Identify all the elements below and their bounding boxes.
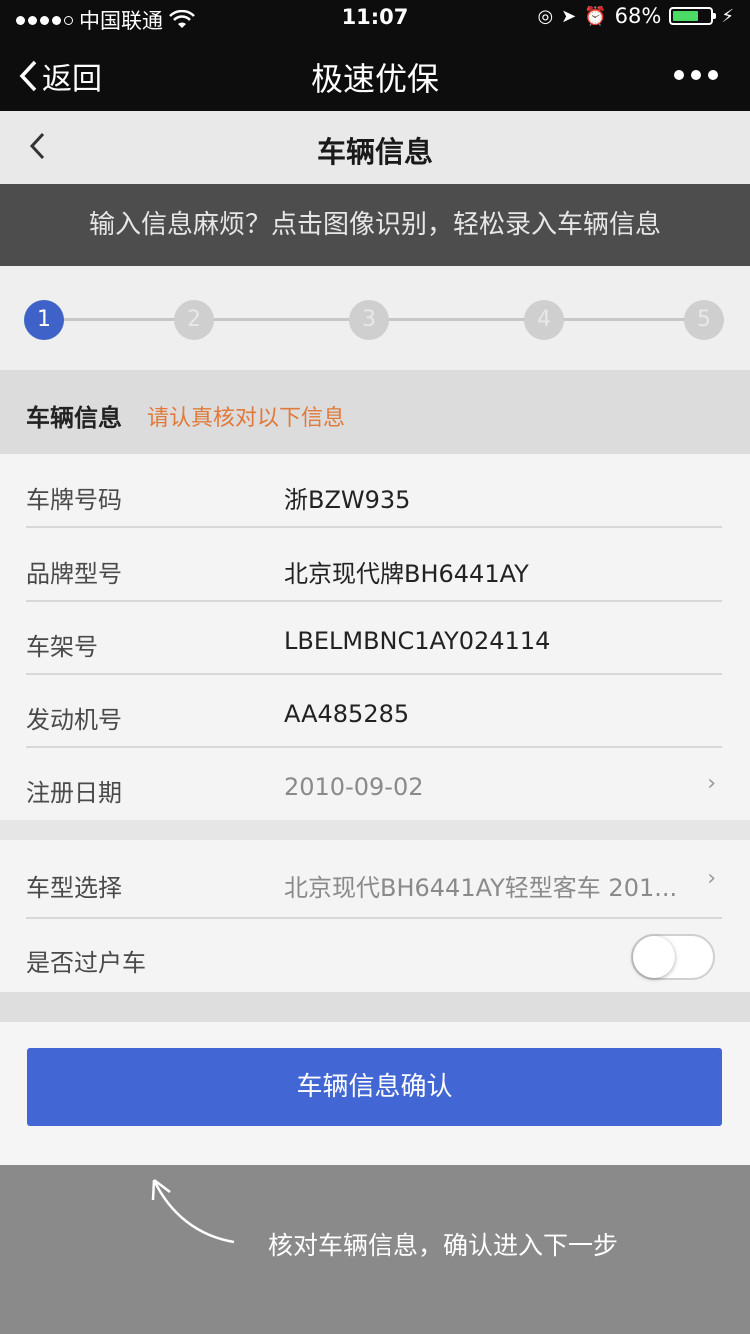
vehicle-options-card: 车型选择 北京现代BH6441AY轻型客车 201... › 是否过户车 [0, 840, 750, 992]
step-progress: 1 2 3 4 5 [0, 266, 750, 370]
field-row-vin: 车架号 LBELMBNC1AY024114 [0, 601, 750, 675]
section-hint: 请认真核对以下信息 [147, 406, 346, 431]
brand-model-value[interactable]: 北京现代牌BH6441AY [284, 554, 529, 589]
confirm-vehicle-button[interactable]: 车辆信息确认 [27, 1048, 722, 1126]
field-label: 车架号 [26, 633, 98, 661]
field-label: 注册日期 [26, 779, 122, 807]
section-title: 车辆信息 [26, 404, 122, 432]
plate-number-value[interactable]: 浙BZW935 [284, 480, 410, 515]
step-4: 4 [524, 300, 564, 340]
field-row-register-date[interactable]: 注册日期 2010-09-02 › [0, 747, 750, 820]
tip-text: 核对车辆信息，确认进入下一步 [268, 1231, 619, 1260]
model-select-value[interactable]: 北京现代BH6441AY轻型客车 201... [284, 868, 677, 903]
battery-icon [669, 7, 717, 25]
register-date-value[interactable]: 2010-09-02 [284, 773, 423, 801]
location-icon: ➤ [561, 5, 577, 27]
field-label: 发动机号 [26, 706, 122, 734]
charging-icon: ⚡ [721, 5, 734, 27]
field-label: 车型选择 [26, 874, 122, 902]
step-5: 5 [684, 300, 724, 340]
section-header: 车辆信息 请认真核对以下信息 [0, 370, 750, 454]
toggle-knob [633, 936, 675, 978]
more-dots-icon[interactable] [674, 70, 718, 80]
model-select-row[interactable]: 车型选择 北京现代BH6441AY轻型客车 201... › [0, 840, 750, 919]
transfer-toggle[interactable] [631, 934, 715, 980]
page-nav-bar: 车辆信息 [0, 111, 750, 184]
vehicle-info-card: 车牌号码 浙BZW935 品牌型号 北京现代牌BH6441AY 车架号 LBEL… [0, 454, 750, 820]
step-2: 2 [174, 300, 214, 340]
field-row-engine: 发动机号 AA485285 [0, 674, 750, 748]
field-label: 是否过户车 [26, 949, 146, 977]
image-recognition-banner[interactable]: 输入信息麻烦？点击图像识别，轻松录入车辆信息 [0, 184, 750, 266]
step-1: 1 [24, 300, 64, 340]
vin-value[interactable]: LBELMBNC1AY024114 [284, 627, 550, 655]
section-gap [0, 992, 750, 1022]
field-row-plate: 车牌号码 浙BZW935 [0, 454, 750, 528]
field-label: 品牌型号 [26, 560, 122, 588]
battery-percent: 68% [614, 4, 662, 28]
orientation-lock-icon: ◎ [537, 5, 554, 27]
curved-arrow-icon [151, 1179, 235, 1244]
wechat-title: 极速优保 [310, 60, 439, 98]
chevron-right-icon: › [707, 771, 716, 796]
status-right: ◎ ➤ ⏰ 68% ⚡ [537, 4, 734, 28]
page-title: 车辆信息 [316, 135, 433, 169]
step-3: 3 [349, 300, 389, 340]
transfer-row: 是否过户车 [0, 918, 750, 992]
alarm-icon: ⏰ [584, 5, 607, 27]
section-gap [0, 820, 750, 840]
wechat-title-bar: 返回 极速优保 [0, 36, 750, 111]
status-bar: 中国联通 11:07 ◎ ➤ ⏰ 68% ⚡ [0, 0, 750, 36]
field-label: 车牌号码 [26, 486, 122, 514]
engine-number-value[interactable]: AA485285 [284, 700, 409, 728]
chevron-right-icon: › [707, 866, 716, 891]
field-row-brand: 品牌型号 北京现代牌BH6441AY [0, 528, 750, 602]
